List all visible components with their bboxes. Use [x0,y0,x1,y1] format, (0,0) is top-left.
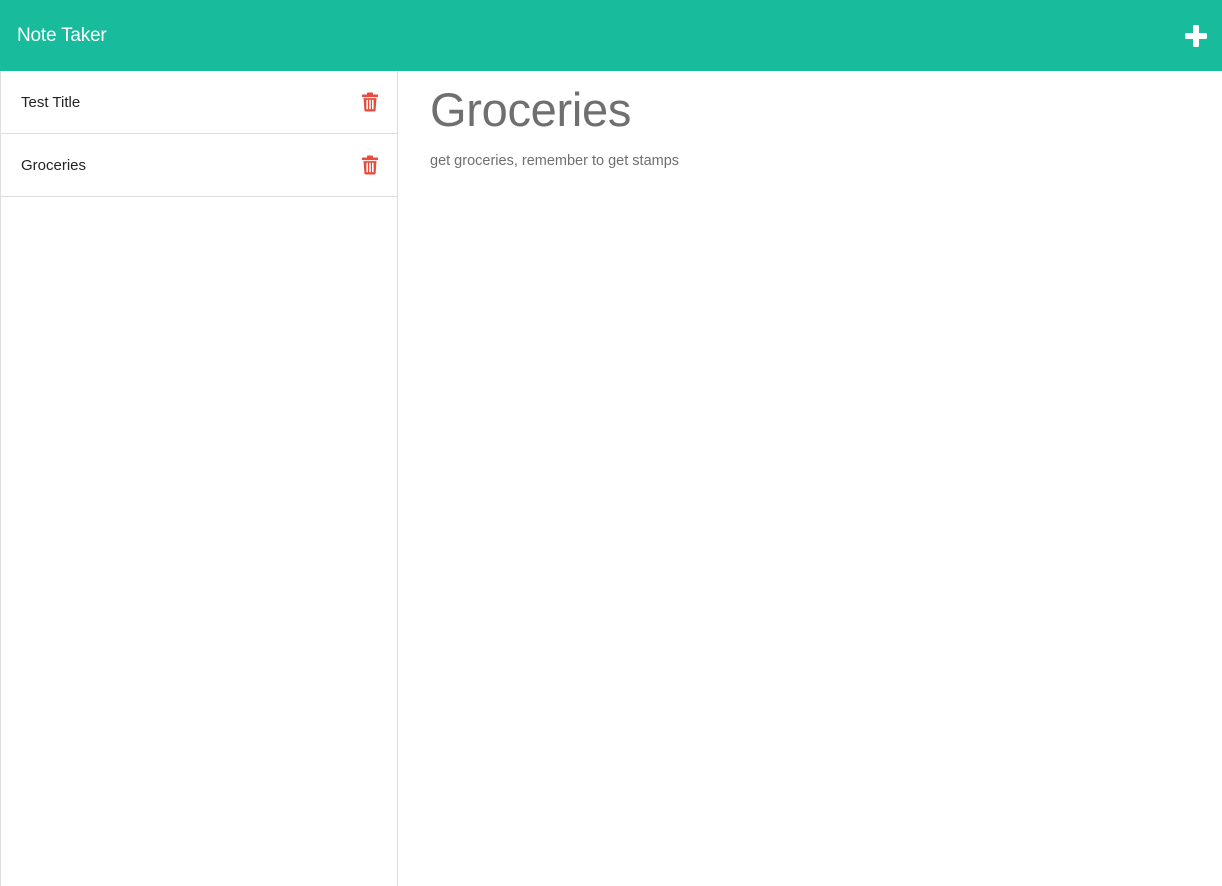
plus-icon[interactable] [1184,24,1208,48]
note-body[interactable]: get groceries, remember to get stamps [430,153,1222,169]
note-list-item[interactable]: Groceries [1,134,397,197]
app-title[interactable]: Note Taker [17,25,107,47]
note-detail: Groceries get groceries, remember to get… [398,71,1222,886]
top-navbar: Note Taker [0,0,1222,71]
trash-icon[interactable] [362,92,378,112]
note-list-item[interactable]: Test Title [1,71,397,134]
trash-icon[interactable] [362,155,378,175]
note-list-item-label: Test Title [21,93,81,111]
notes-list: Test Title Groceries [0,71,398,886]
note-list-item-label: Groceries [21,156,87,174]
note-title[interactable]: Groceries [430,83,1222,137]
